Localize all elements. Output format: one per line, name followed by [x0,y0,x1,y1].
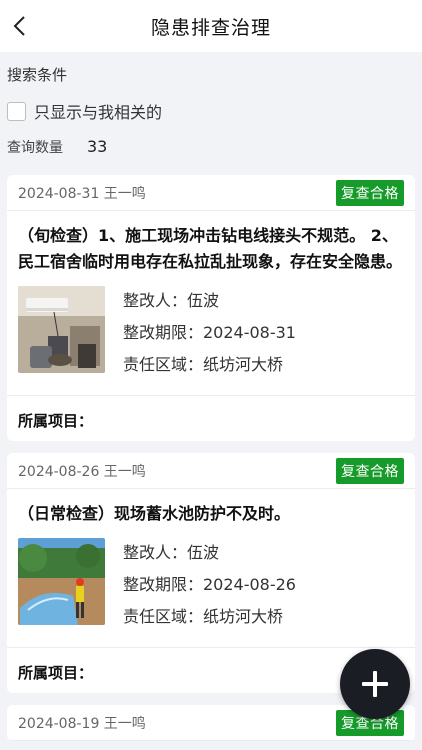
only-mine-checkbox[interactable] [7,101,26,121]
responsible-area: 责任区域：纸坊河大桥 [123,355,284,374]
header-bar: 隐患排查治理 [0,0,422,52]
status-badge: 复查合格 [336,179,404,206]
page-title: 隐患排查治理 [150,16,271,39]
only-mine-filter[interactable]: 只显示与我相关的 [7,99,415,123]
project-label: 所属项目： [7,395,415,441]
rectifier: 整改人：伍波 [123,291,220,310]
hazard-card[interactable]: 2024-08-31 王一鸣 复查合格 （旬检查）1、施工现场冲击钻电线接头不规… [7,175,415,441]
chevron-left-icon [13,16,25,36]
search-conditions-label: 搜索条件 [7,66,68,84]
hazard-description: （旬检查）1、施工现场冲击钻电线接头不规范。 2、民工宿舍临时用电存在私拉乱扯现… [18,226,403,271]
add-hazard-button[interactable] [340,649,410,719]
deadline: 整改期限：2024-08-26 [123,575,296,594]
only-mine-label: 只显示与我相关的 [34,103,163,122]
card-header: 2024-08-26 王一鸣 复查合格 [7,453,415,489]
card-header: 2024-08-31 王一鸣 复查合格 [7,175,415,211]
count-label: 查询数量 [7,140,63,156]
result-count: 查询数量 33 [7,137,415,157]
hazard-photo[interactable] [18,286,105,373]
hazard-description: （日常检查）现场蓄水池防护不及时。 [18,504,291,523]
rectifier: 整改人：伍波 [123,543,220,562]
plus-icon [362,671,388,697]
status-badge: 复查合格 [336,457,404,484]
deadline: 整改期限：2024-08-31 [123,323,296,342]
count-value: 33 [87,137,108,156]
hazard-photo[interactable] [18,538,105,625]
back-button[interactable] [6,12,34,40]
card-date-author: 2024-08-19 王一鸣 [18,715,146,732]
responsible-area: 责任区域：纸坊河大桥 [123,607,284,626]
card-date-author: 2024-08-26 王一鸣 [18,463,146,480]
card-date-author: 2024-08-31 王一鸣 [18,185,146,202]
